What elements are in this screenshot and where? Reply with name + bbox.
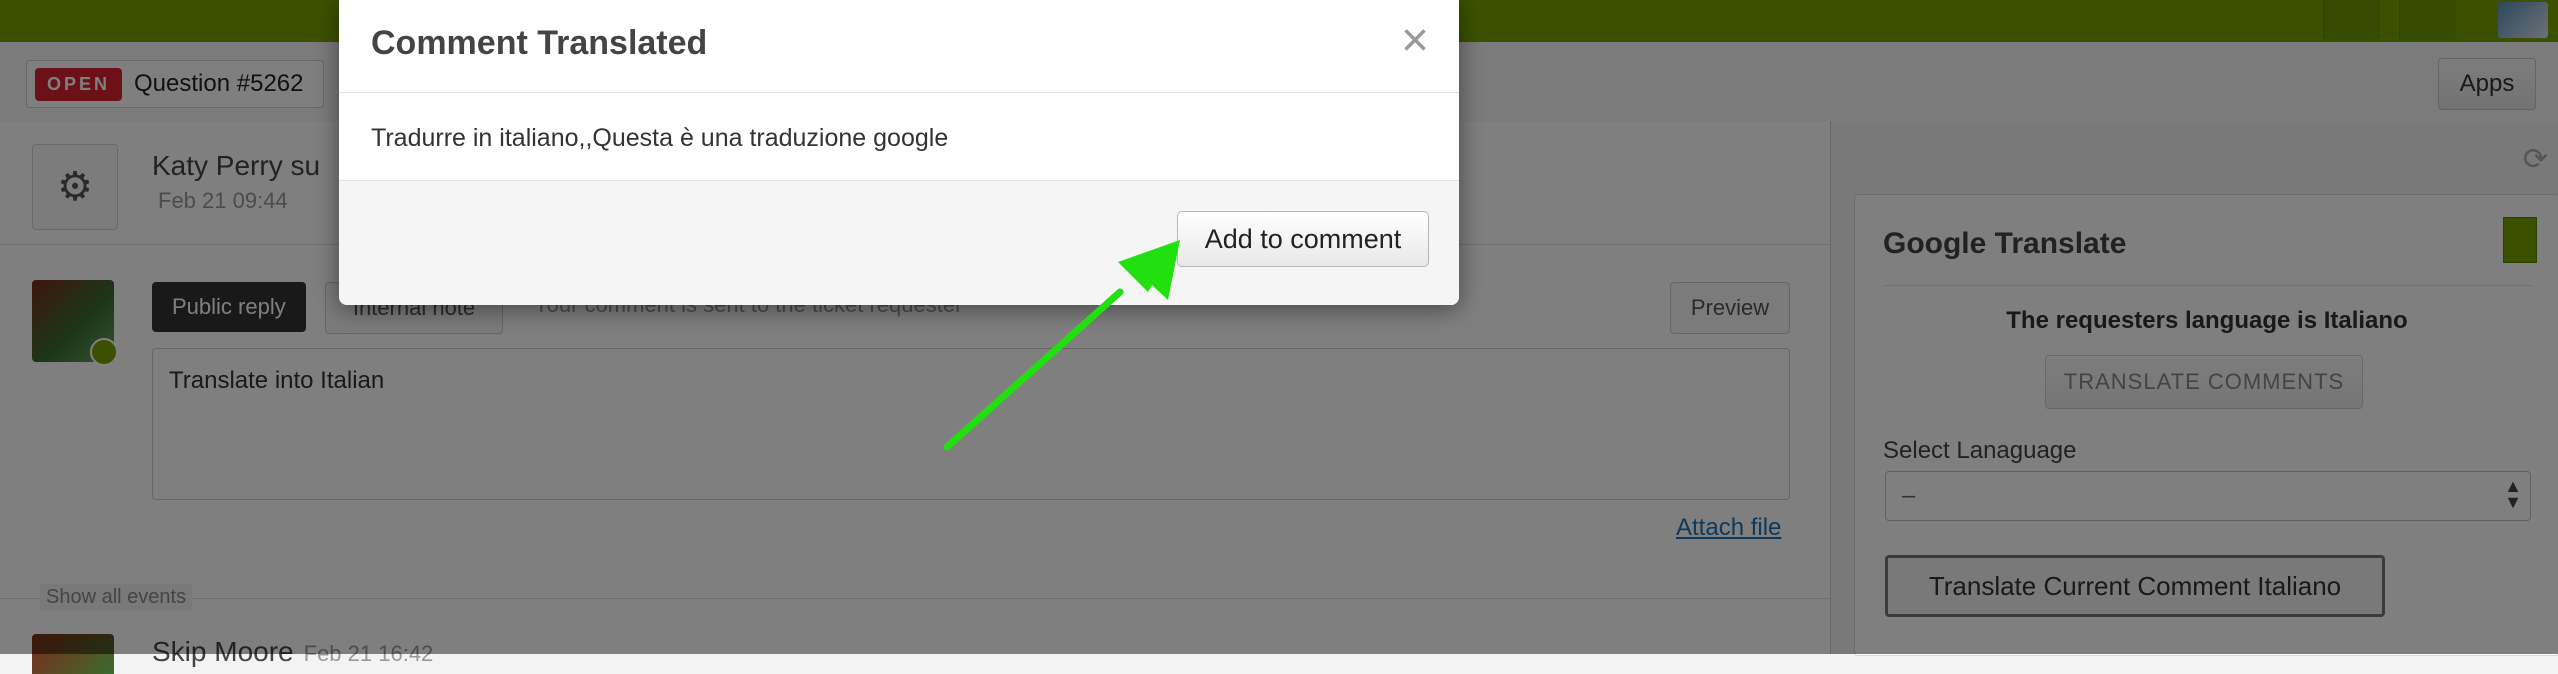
add-to-comment-button[interactable]: Add to comment — [1177, 211, 1429, 267]
modal-footer: Add to comment — [339, 180, 1459, 305]
close-icon[interactable]: × — [1401, 17, 1429, 65]
modal-header: Comment Translated × — [339, 0, 1459, 93]
comment-translated-modal: Comment Translated × Tradurre in italian… — [339, 0, 1459, 305]
modal-title: Comment Translated — [371, 24, 708, 62]
translated-text: Tradurre in italiano,,Questa è una tradu… — [371, 124, 949, 152]
